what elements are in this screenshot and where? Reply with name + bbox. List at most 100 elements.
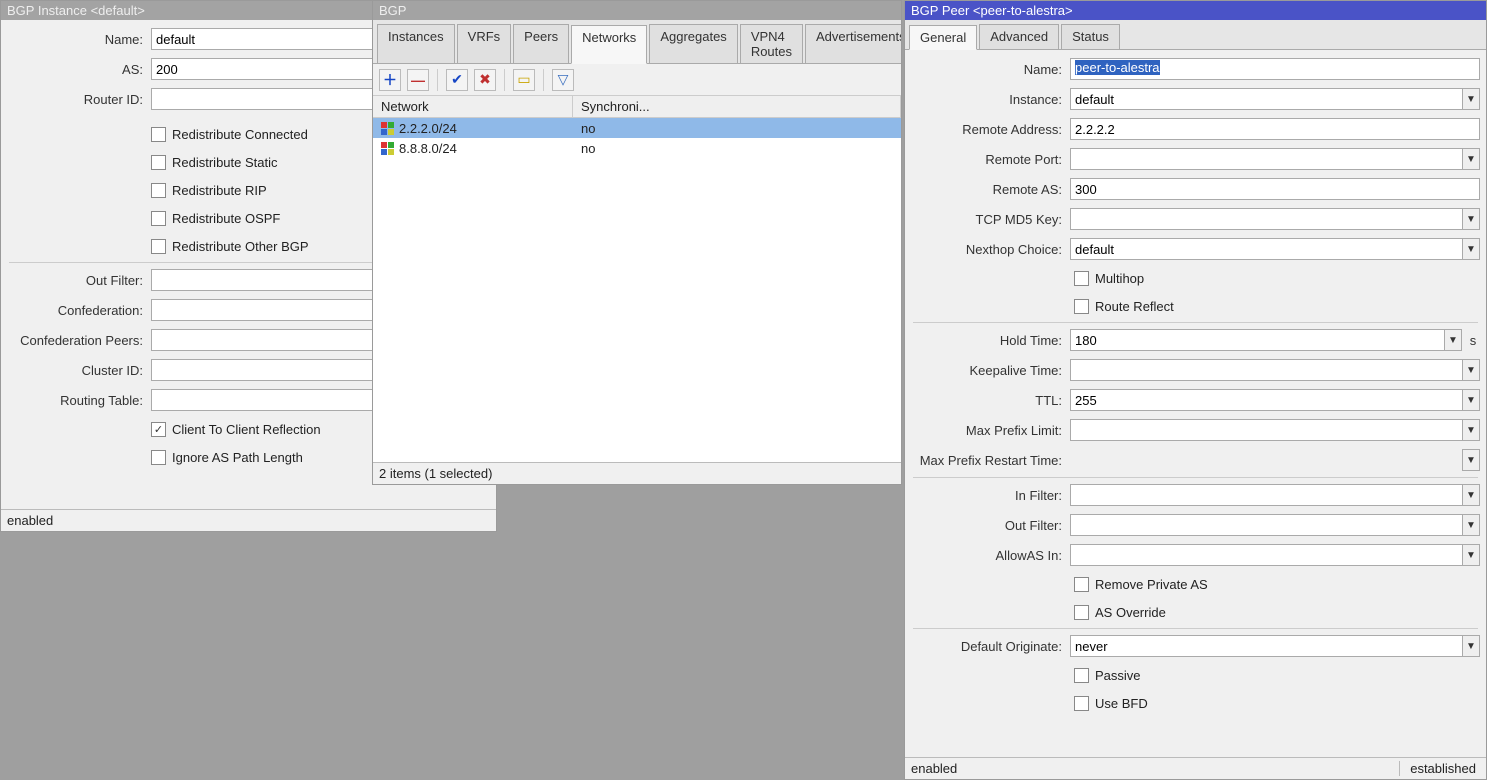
peer-infilter-input[interactable] <box>1070 484 1462 506</box>
table-row[interactable]: 2.2.2.0/24 no <box>373 118 901 138</box>
peer-asoverride-row[interactable]: AS Override <box>905 598 1486 626</box>
redist-other-label: Redistribute Other BGP <box>172 239 309 254</box>
enable-button[interactable]: ✔ <box>446 69 468 91</box>
bgp-tab-instances[interactable]: Instances <box>377 24 455 63</box>
bgp-toolbar: ＋ — ✔ ✖ ▭ ▽ <box>373 64 901 96</box>
peer-passive-row[interactable]: Passive <box>905 661 1486 689</box>
peer-hold-expand-icon[interactable]: ▼ <box>1444 329 1462 351</box>
peer-tcpmd5-label: TCP MD5 Key: <box>911 212 1066 227</box>
peer-maxpref-dropdown-icon[interactable]: ▼ <box>1462 419 1480 441</box>
redist-static-label: Redistribute Static <box>172 155 278 170</box>
disable-button[interactable]: ✖ <box>474 69 496 91</box>
peer-tab-advanced[interactable]: Advanced <box>979 24 1059 49</box>
redist-rip-checkbox[interactable] <box>151 183 166 198</box>
peer-raddr-input[interactable] <box>1070 118 1480 140</box>
peer-multihop-row[interactable]: Multihop <box>905 264 1486 292</box>
peer-status-right: established <box>1399 761 1486 776</box>
peer-tab-status[interactable]: Status <box>1061 24 1120 49</box>
peer-instance-input[interactable] <box>1070 88 1462 110</box>
peer-ttl-input[interactable] <box>1070 389 1462 411</box>
redist-connected-checkbox[interactable] <box>151 127 166 142</box>
ignoreas-checkbox[interactable] <box>151 450 166 465</box>
peer-ras-input[interactable] <box>1070 178 1480 200</box>
bgp-tab-advertisements[interactable]: Advertisements <box>805 24 901 63</box>
peer-ttl-expand-icon[interactable]: ▼ <box>1462 389 1480 411</box>
redist-rip-label: Redistribute RIP <box>172 183 267 198</box>
peer-raddr-label: Remote Address: <box>911 122 1066 137</box>
peer-tab-general[interactable]: General <box>909 25 977 50</box>
peer-hold-label: Hold Time: <box>911 333 1066 348</box>
peer-maxprefr-label: Max Prefix Restart Time: <box>911 453 1066 468</box>
bgp-tab-vrfs[interactable]: VRFs <box>457 24 512 63</box>
bgp-tab-aggregates[interactable]: Aggregates <box>649 24 738 63</box>
peer-keepalive-dropdown-icon[interactable]: ▼ <box>1462 359 1480 381</box>
instance-name-label: Name: <box>7 32 147 47</box>
instance-as-label: AS: <box>7 62 147 77</box>
bgp-grid-header[interactable]: Network Synchroni... <box>373 96 901 118</box>
comment-button[interactable]: ▭ <box>513 69 535 91</box>
peer-routereflect-row[interactable]: Route Reflect <box>905 292 1486 320</box>
redist-other-checkbox[interactable] <box>151 239 166 254</box>
instance-routingtable-label: Routing Table: <box>7 393 147 408</box>
peer-nhc-expand-icon[interactable]: ▼ <box>1462 238 1480 260</box>
peer-maxpref-input[interactable] <box>1070 419 1462 441</box>
peer-passive-checkbox[interactable] <box>1074 668 1089 683</box>
peer-nhc-label: Nexthop Choice: <box>911 242 1066 257</box>
peer-rport-dropdown-icon[interactable]: ▼ <box>1462 148 1480 170</box>
redist-ospf-label: Redistribute OSPF <box>172 211 280 226</box>
peer-ras-label: Remote AS: <box>911 182 1066 197</box>
bgp-tabs: InstancesVRFsPeersNetworksAggregatesVPN4… <box>373 20 901 64</box>
bgp-tab-networks[interactable]: Networks <box>571 25 647 64</box>
peer-routereflect-label: Route Reflect <box>1095 299 1174 314</box>
instance-clusterid-label: Cluster ID: <box>7 363 147 378</box>
peer-infilter-expand-icon[interactable]: ▼ <box>1462 484 1480 506</box>
peer-usebfd-row[interactable]: Use BFD <box>905 689 1486 717</box>
peer-hold-input[interactable] <box>1070 329 1444 351</box>
peer-rport-input[interactable] <box>1070 148 1462 170</box>
bgp-tab-vpn4-routes[interactable]: VPN4 Routes <box>740 24 803 63</box>
peer-status-left: enabled <box>905 761 963 776</box>
peer-keepalive-label: Keepalive Time: <box>911 363 1066 378</box>
remove-button[interactable]: — <box>407 69 429 91</box>
peer-tcpmd5-dropdown-icon[interactable]: ▼ <box>1462 208 1480 230</box>
bgp-peer-window: BGP Peer <peer-to-alestra> GeneralAdvanc… <box>904 0 1487 780</box>
c2c-checkbox[interactable]: ✓ <box>151 422 166 437</box>
bgp-peer-titlebar[interactable]: BGP Peer <peer-to-alestra> <box>905 1 1486 20</box>
network-cell: 2.2.2.0/24 <box>399 121 457 136</box>
bgp-grid-body[interactable]: 2.2.2.0/24 no8.8.8.0/24no <box>373 118 901 462</box>
filter-button[interactable]: ▽ <box>552 69 574 91</box>
bgp-window: BGP InstancesVRFsPeersNetworksAggregates… <box>372 0 902 485</box>
peer-keepalive-input[interactable] <box>1070 359 1462 381</box>
redist-ospf-checkbox[interactable] <box>151 211 166 226</box>
add-button[interactable]: ＋ <box>379 69 401 91</box>
peer-routereflect-checkbox[interactable] <box>1074 299 1089 314</box>
peer-removepriv-checkbox[interactable] <box>1074 577 1089 592</box>
peer-deforig-label: Default Originate: <box>911 639 1066 654</box>
peer-usebfd-checkbox[interactable] <box>1074 696 1089 711</box>
bgp-tab-peers[interactable]: Peers <box>513 24 569 63</box>
bgp-titlebar[interactable]: BGP <box>373 1 901 20</box>
synchronize-cell: no <box>573 118 901 138</box>
peer-allowas-dropdown-icon[interactable]: ▼ <box>1462 544 1480 566</box>
peer-name-input[interactable]: peer-to-alestra <box>1070 58 1480 80</box>
redist-static-checkbox[interactable] <box>151 155 166 170</box>
peer-instance-expand-icon[interactable]: ▼ <box>1462 88 1480 110</box>
peer-outfilter-expand-icon[interactable]: ▼ <box>1462 514 1480 536</box>
peer-nhc-input[interactable] <box>1070 238 1462 260</box>
redist-connected-label: Redistribute Connected <box>172 127 308 142</box>
bgp-peer-tabs: GeneralAdvancedStatus <box>905 20 1486 50</box>
col-network[interactable]: Network <box>373 96 573 117</box>
instance-routerid-label: Router ID: <box>7 92 147 107</box>
peer-asoverride-checkbox[interactable] <box>1074 605 1089 620</box>
peer-usebfd-label: Use BFD <box>1095 696 1148 711</box>
peer-deforig-expand-icon[interactable]: ▼ <box>1462 635 1480 657</box>
peer-outfilter-input[interactable] <box>1070 514 1462 536</box>
peer-deforig-input[interactable] <box>1070 635 1462 657</box>
peer-maxprefr-dropdown-icon[interactable]: ▼ <box>1462 449 1480 471</box>
peer-multihop-checkbox[interactable] <box>1074 271 1089 286</box>
peer-removepriv-row[interactable]: Remove Private AS <box>905 570 1486 598</box>
peer-tcpmd5-input[interactable] <box>1070 208 1462 230</box>
table-row[interactable]: 8.8.8.0/24no <box>373 138 901 158</box>
col-synchronize[interactable]: Synchroni... <box>573 96 901 117</box>
peer-allowas-input[interactable] <box>1070 544 1462 566</box>
